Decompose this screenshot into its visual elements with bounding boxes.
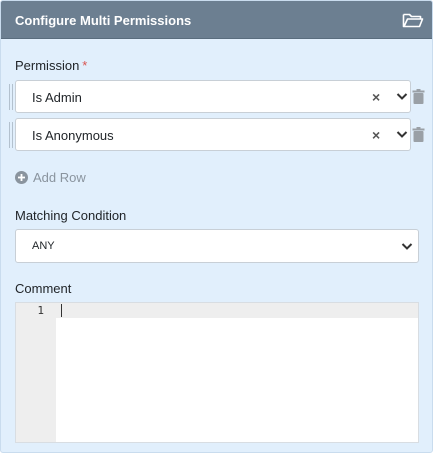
plus-circle-icon: [15, 171, 28, 184]
matching-condition-value: ANY: [32, 240, 55, 252]
comment-label: Comment: [15, 281, 72, 296]
folder-open-icon[interactable]: [402, 11, 424, 29]
chevron-down-icon: [396, 131, 408, 138]
drag-handle-row-2[interactable]: [9, 122, 13, 148]
clear-icon[interactable]: ×: [372, 90, 380, 104]
panel-header: Configure Multi Permissions: [1, 1, 432, 39]
active-line-highlight: [56, 303, 418, 318]
permission-select-value: Is Anonymous: [32, 128, 114, 143]
trash-icon[interactable]: [412, 89, 425, 104]
permission-select-value: Is Admin: [32, 90, 82, 105]
required-marker: *: [82, 58, 88, 73]
permission-select-row-2[interactable]: Is Anonymous ×: [15, 118, 411, 151]
add-row-label: Add Row: [33, 170, 86, 185]
configure-multi-permissions-panel: Configure Multi Permissions Permission * …: [0, 0, 433, 453]
chevron-down-icon: [396, 93, 408, 100]
line-number-gutter: 1: [16, 303, 56, 442]
panel-title: Configure Multi Permissions: [15, 13, 192, 28]
chevron-down-icon: [401, 243, 413, 250]
text-caret: [61, 304, 62, 317]
comment-editor[interactable]: 1: [15, 302, 419, 443]
add-row-button[interactable]: Add Row: [15, 169, 105, 187]
clear-icon[interactable]: ×: [372, 128, 380, 142]
permission-label-text: Permission: [15, 58, 80, 73]
permission-select-row-1[interactable]: Is Admin ×: [15, 80, 411, 113]
trash-icon[interactable]: [412, 127, 425, 142]
matching-condition-select[interactable]: ANY: [15, 229, 419, 263]
line-number: 1: [37, 304, 44, 317]
matching-condition-label: Matching Condition: [15, 208, 127, 223]
drag-handle-row-1[interactable]: [9, 84, 13, 110]
permission-label: Permission *: [15, 58, 87, 74]
